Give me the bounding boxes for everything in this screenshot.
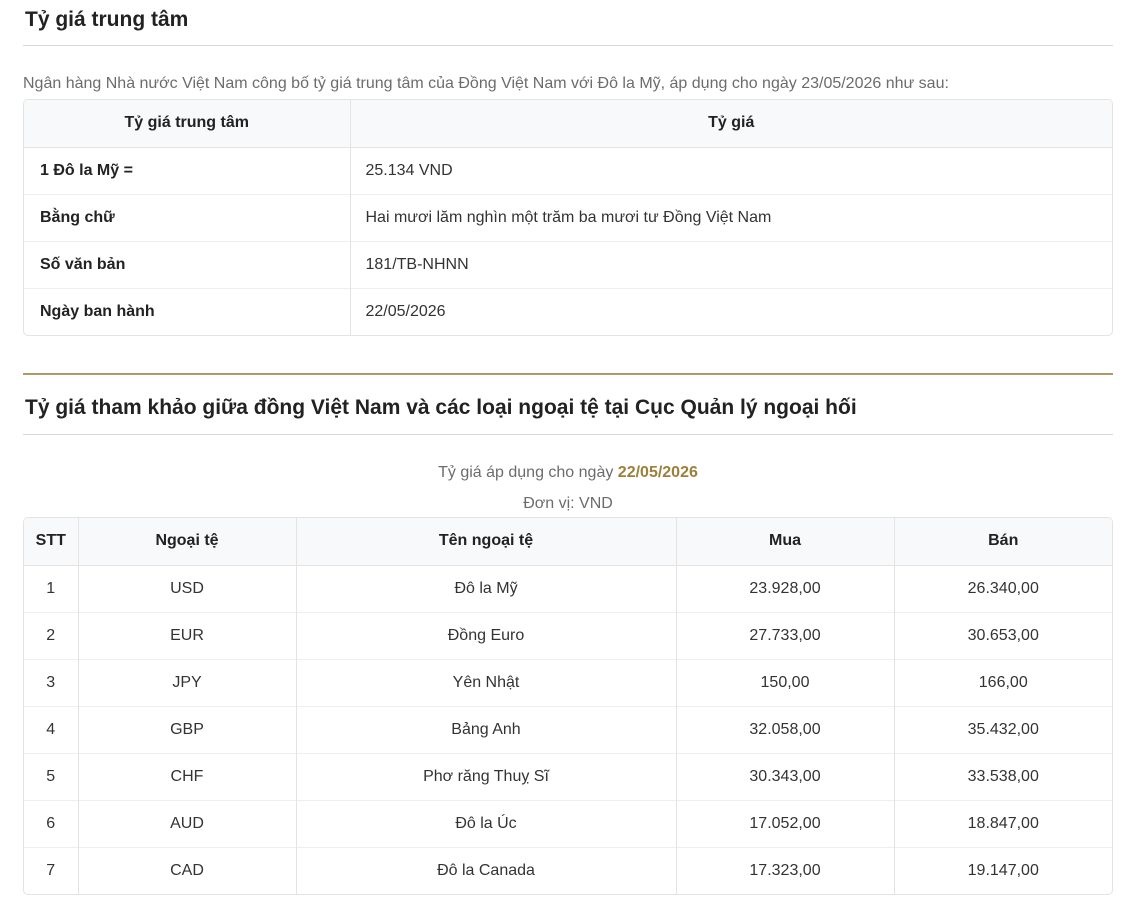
cell-stt: 4 xyxy=(24,705,78,753)
reference-rates-title: Tỷ giá tham khảo giữa đồng Việt Nam và c… xyxy=(25,396,857,419)
cell-stt: 5 xyxy=(24,752,78,800)
divider xyxy=(23,434,1113,435)
cell-sell: 33.538,00 xyxy=(893,752,1112,800)
cell-name: Yên Nhật xyxy=(295,658,676,706)
applied-date: 22/05/2026 xyxy=(617,464,698,481)
cell-buy: 23.928,00 xyxy=(675,565,894,612)
cell-stt: 2 xyxy=(24,611,78,659)
column-header: Tỷ giá trung tâm xyxy=(24,100,351,148)
cell-stt: 6 xyxy=(24,799,78,847)
cell-code: CHF xyxy=(77,752,296,800)
table-row: 5 CHF Phơ răng Thuỵ Sĩ 30.343,00 33.538,… xyxy=(24,752,1112,800)
table-row: 3 JPY Yên Nhật 150,00 166,00 xyxy=(24,658,1112,706)
central-rate-intro: Ngân hàng Nhà nước Việt Nam công bố tỷ g… xyxy=(23,75,949,92)
cell-code: EUR xyxy=(77,611,296,659)
applied-date-prefix: Tỷ giá áp dụng cho ngày xyxy=(438,464,614,481)
cell-buy: 32.058,00 xyxy=(675,705,894,753)
column-header-buy: Mua xyxy=(675,518,894,566)
cell-sell: 30.653,00 xyxy=(893,611,1112,659)
table-row: Số văn bản 181/TB-NHNN xyxy=(24,240,1112,288)
cell-stt: 7 xyxy=(24,846,78,894)
cell-name: Đô la Mỹ xyxy=(295,565,676,612)
table-row: 2 EUR Đồng Euro 27.733,00 30.653,00 xyxy=(24,611,1112,659)
cell-code: CAD xyxy=(77,846,296,894)
cell-buy: 17.052,00 xyxy=(675,799,894,847)
cell-buy: 30.343,00 xyxy=(675,752,894,800)
cell-sell: 35.432,00 xyxy=(893,705,1112,753)
row-label: Bằng chữ xyxy=(24,193,351,241)
central-rate-title: Tỷ giá trung tâm xyxy=(25,8,189,31)
applied-date-line: Tỷ giá áp dụng cho ngày 22/05/2026 xyxy=(23,463,1113,483)
table-row: 6 AUD Đô la Úc 17.052,00 18.847,00 xyxy=(24,799,1112,847)
cell-name: Bảng Anh xyxy=(295,705,676,753)
cell-code: USD xyxy=(77,565,296,612)
section-divider xyxy=(23,373,1113,375)
divider xyxy=(23,45,1113,46)
column-header: Tỷ giá xyxy=(350,100,1112,148)
cell-buy: 27.733,00 xyxy=(675,611,894,659)
row-value: Hai mươi lăm nghìn một trăm ba mươi tư Đ… xyxy=(350,193,1112,241)
cell-stt: 1 xyxy=(46,579,56,597)
cell-code: JPY xyxy=(77,658,296,706)
cell-sell: 18.847,00 xyxy=(893,799,1112,847)
cell-stt: 3 xyxy=(24,658,78,706)
row-value: 181/TB-NHNN xyxy=(350,240,1112,288)
row-label: Ngày ban hành xyxy=(24,287,351,335)
table-row: Ngày ban hành 22/05/2026 xyxy=(24,287,1112,335)
cell-code: GBP xyxy=(77,705,296,753)
reference-rates-table: STT Ngoại tệ Tên ngoại tệ Mua Bán 1 USD … xyxy=(23,517,1113,895)
table-row: 7 CAD Đô la Canada 17.323,00 19.147,00 xyxy=(24,846,1112,894)
table-row: 1 Đô la Mỹ = 25.134 VND xyxy=(24,147,1112,194)
row-value: 22/05/2026 xyxy=(350,287,1112,335)
column-header-stt: STT xyxy=(24,518,78,566)
table-header-row: Tỷ giá trung tâm Tỷ giá xyxy=(24,100,1112,148)
row-label: Số văn bản xyxy=(24,240,351,288)
unit-label: Đơn vị: VND xyxy=(523,495,613,512)
central-rate-table: Tỷ giá trung tâm Tỷ giá 1 Đô la Mỹ = 25.… xyxy=(23,99,1113,336)
cell-sell: 26.340,00 xyxy=(893,565,1112,612)
row-value: 25.134 VND xyxy=(365,161,453,179)
cell-buy: 17.323,00 xyxy=(675,846,894,894)
table-row: 4 GBP Bảng Anh 32.058,00 35.432,00 xyxy=(24,705,1112,753)
column-header-code: Ngoại tệ xyxy=(77,518,296,566)
cell-sell: 19.147,00 xyxy=(893,846,1112,894)
column-header-name: Tên ngoại tệ xyxy=(295,518,676,566)
table-row: Bằng chữ Hai mươi lăm nghìn một trăm ba … xyxy=(24,193,1112,241)
cell-buy: 150,00 xyxy=(675,658,894,706)
table-header-row: STT Ngoại tệ Tên ngoại tệ Mua Bán xyxy=(24,518,1112,566)
cell-name: Đô la Úc xyxy=(295,799,676,847)
row-label: 1 Đô la Mỹ = xyxy=(24,147,351,194)
column-header-sell: Bán xyxy=(893,518,1112,566)
cell-name: Đồng Euro xyxy=(295,611,676,659)
cell-code: AUD xyxy=(77,799,296,847)
cell-sell: 166,00 xyxy=(893,658,1112,706)
table-row: 1 USD Đô la Mỹ 23.928,00 26.340,00 xyxy=(24,565,1112,612)
cell-name: Đô la Canada xyxy=(295,846,676,894)
cell-name: Phơ răng Thuỵ Sĩ xyxy=(295,752,676,800)
